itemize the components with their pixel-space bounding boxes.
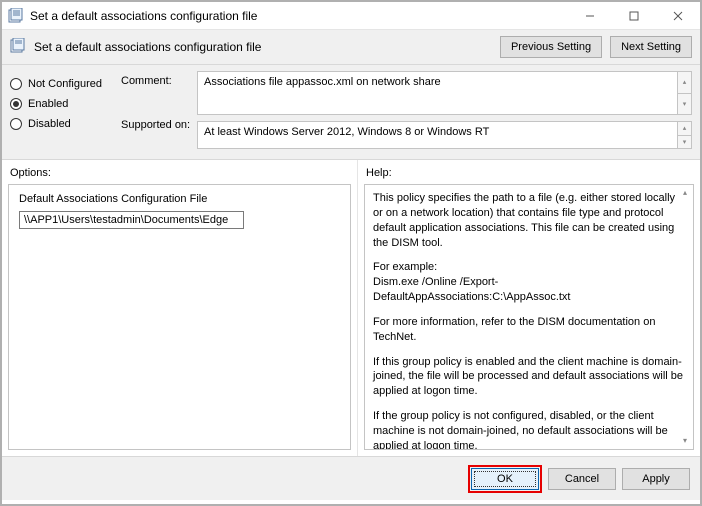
supported-spin[interactable]: ▴▾ — [677, 121, 692, 149]
radio-not-configured[interactable]: Not Configured — [10, 78, 115, 90]
help-text: This policy specifies the path to a file… — [373, 191, 685, 250]
apply-button[interactable]: Apply — [622, 468, 690, 490]
comment-field[interactable]: Associations file appassoc.xml on networ… — [197, 71, 677, 115]
minimize-button[interactable] — [568, 2, 612, 30]
field-values: Associations file appassoc.xml on networ… — [197, 71, 692, 149]
policy-title: Set a default associations configuration… — [34, 40, 261, 54]
panes: Options: Default Associations Configurat… — [2, 160, 700, 456]
radio-icon — [10, 98, 22, 110]
header-row: Set a default associations configuration… — [2, 30, 700, 65]
chevron-up-icon: ▴ — [678, 72, 691, 94]
settings-area: Not Configured Enabled Disabled Comment:… — [2, 65, 700, 160]
help-label: Help: — [364, 164, 694, 184]
help-text: Dism.exe /Online /Export-DefaultAppAssoc… — [373, 275, 685, 305]
chevron-up-icon: ▴ — [678, 122, 691, 136]
help-text: For example: — [373, 260, 685, 275]
options-pane: Options: Default Associations Configurat… — [2, 160, 358, 456]
supported-field: At least Windows Server 2012, Windows 8 … — [197, 121, 677, 149]
comment-label: Comment: — [121, 75, 191, 119]
help-text: If this group policy is enabled and the … — [373, 355, 685, 400]
chevron-up-icon[interactable]: ▴ — [678, 186, 692, 200]
comment-spin[interactable]: ▴▾ — [677, 71, 692, 115]
policy-icon — [10, 38, 26, 57]
cancel-button[interactable]: Cancel — [548, 468, 616, 490]
radio-label: Not Configured — [28, 78, 102, 90]
option-field-label: Default Associations Configuration File — [19, 193, 340, 205]
footer: OK Cancel Apply — [2, 456, 700, 500]
window-controls — [568, 2, 700, 30]
radio-label: Enabled — [28, 98, 68, 110]
chevron-down-icon: ▾ — [678, 136, 691, 149]
chevron-down-icon: ▾ — [678, 94, 691, 115]
options-label: Options: — [8, 164, 351, 184]
app-icon — [8, 8, 24, 24]
field-labels: Comment: Supported on: — [121, 71, 191, 149]
chevron-down-icon[interactable]: ▾ — [678, 434, 692, 448]
state-radios: Not Configured Enabled Disabled — [10, 71, 115, 149]
window-title: Set a default associations configuration… — [30, 9, 568, 23]
help-text: If the group policy is not configured, d… — [373, 409, 685, 450]
previous-setting-button[interactable]: Previous Setting — [500, 36, 602, 58]
radio-label: Disabled — [28, 118, 71, 130]
titlebar: Set a default associations configuration… — [2, 2, 700, 30]
help-pane: Help: This policy specifies the path to … — [358, 160, 700, 456]
next-setting-button[interactable]: Next Setting — [610, 36, 692, 58]
supported-label: Supported on: — [121, 119, 191, 131]
option-path-input[interactable] — [19, 211, 244, 229]
ok-button[interactable]: OK — [471, 468, 539, 490]
help-text: For more information, refer to the DISM … — [373, 315, 685, 345]
help-body[interactable]: This policy specifies the path to a file… — [364, 184, 694, 450]
ok-highlight: OK — [468, 465, 542, 493]
radio-icon — [10, 118, 22, 130]
options-body: Default Associations Configuration File — [8, 184, 351, 450]
radio-icon — [10, 78, 22, 90]
maximize-button[interactable] — [612, 2, 656, 30]
radio-disabled[interactable]: Disabled — [10, 118, 115, 130]
close-button[interactable] — [656, 2, 700, 30]
radio-enabled[interactable]: Enabled — [10, 98, 115, 110]
